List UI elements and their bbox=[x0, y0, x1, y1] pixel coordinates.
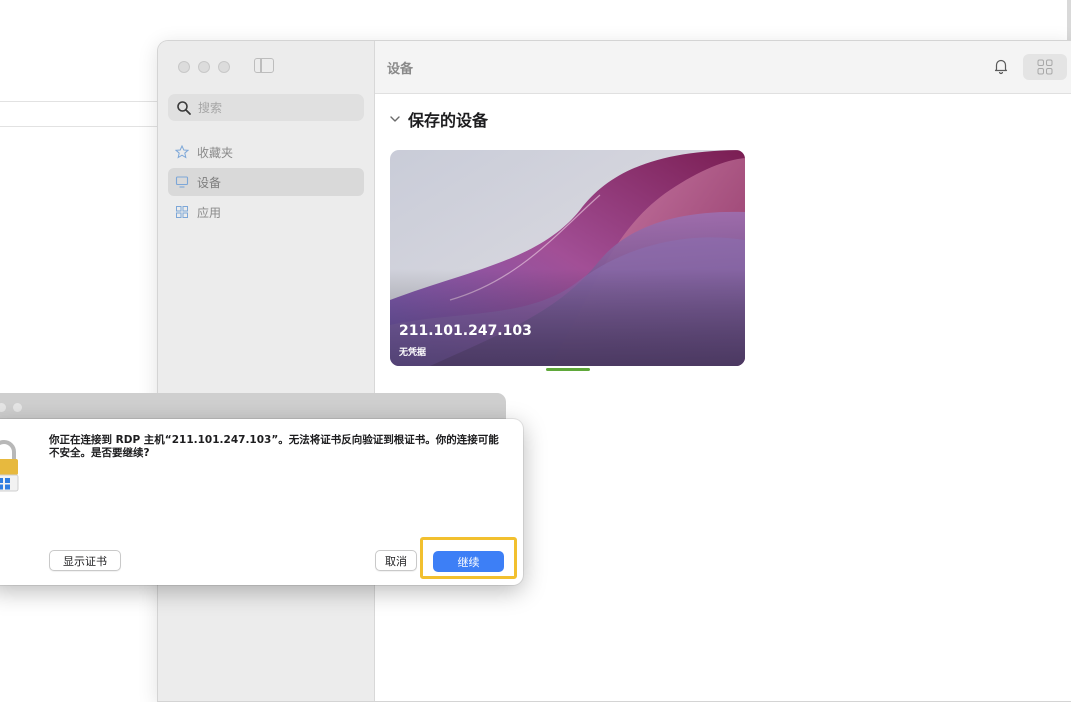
close-window-button[interactable] bbox=[178, 61, 190, 73]
sidebar-item-devices[interactable]: 设备 bbox=[168, 168, 364, 196]
device-name: 211.101.247.103 bbox=[399, 323, 532, 339]
sidebar: 收藏夹 设备 应用 bbox=[158, 41, 375, 701]
certificate-warning-dialog: 你正在连接到 RDP 主机“211.101.247.103”。无法将证书反向验证… bbox=[0, 419, 523, 585]
cancel-button[interactable]: 取消 bbox=[375, 550, 417, 571]
sidebar-item-label: 应用 bbox=[197, 205, 222, 220]
device-card[interactable]: 211.101.247.103 无凭据 bbox=[390, 150, 745, 366]
search-field[interactable] bbox=[168, 94, 364, 121]
apps-icon bbox=[176, 206, 188, 218]
grid-view-button[interactable] bbox=[1023, 54, 1067, 80]
saved-devices-header[interactable]: 保存的设备 bbox=[389, 107, 488, 131]
continue-button[interactable]: 继续 bbox=[433, 551, 504, 572]
minimize-window-button[interactable] bbox=[198, 61, 210, 73]
remote-desktop-window: 收藏夹 设备 应用 设备 bbox=[157, 40, 1071, 702]
monitor-icon bbox=[175, 176, 189, 188]
device-credentials: 无凭据 bbox=[399, 348, 427, 358]
sidebar-item-apps[interactable]: 应用 bbox=[168, 198, 364, 226]
sidebar-item-favorites[interactable]: 收藏夹 bbox=[168, 138, 364, 166]
background-divider bbox=[0, 101, 160, 102]
star-icon bbox=[175, 145, 189, 159]
show-certificate-button[interactable]: 显示证书 bbox=[49, 550, 121, 571]
section-title: 保存的设备 bbox=[408, 111, 489, 130]
main-content: 设备 保存的设备 211.101.247.103 无凭据 bbox=[375, 41, 1071, 701]
window-controls bbox=[178, 61, 230, 73]
grid-view-icon bbox=[1037, 59, 1053, 75]
toolbar: 设备 bbox=[375, 41, 1071, 94]
zoom-window-button[interactable] bbox=[218, 61, 230, 73]
sidebar-toggle-icon[interactable] bbox=[254, 58, 274, 73]
bell-icon[interactable] bbox=[992, 57, 1010, 75]
search-input[interactable] bbox=[196, 99, 360, 116]
lock-icon bbox=[0, 440, 19, 492]
sidebar-item-label: 设备 bbox=[197, 175, 222, 190]
background-divider bbox=[0, 126, 160, 127]
dialog-message: 你正在连接到 RDP 主机“211.101.247.103”。无法将证书反向验证… bbox=[49, 434, 499, 459]
chevron-down-icon bbox=[390, 116, 400, 122]
sidebar-item-label: 收藏夹 bbox=[197, 145, 234, 160]
page-title: 设备 bbox=[387, 62, 414, 77]
device-active-indicator bbox=[546, 368, 590, 371]
dialog-window-control[interactable] bbox=[13, 403, 22, 412]
search-icon bbox=[177, 100, 191, 115]
dialog-window-control[interactable] bbox=[0, 403, 6, 412]
